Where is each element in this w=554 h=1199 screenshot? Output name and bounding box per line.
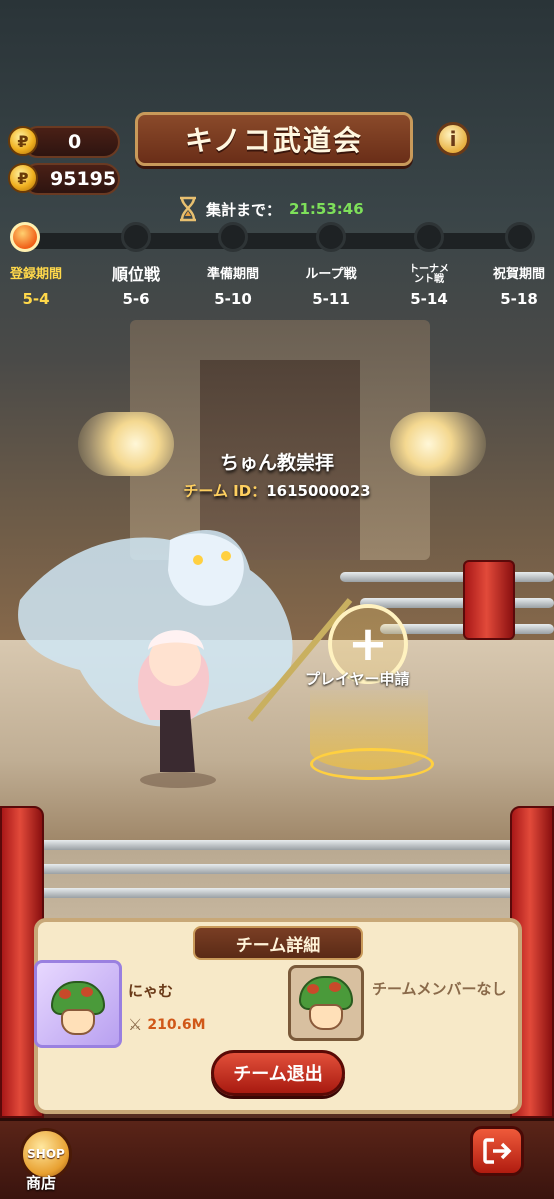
phase-date: 5-4 [22,290,50,308]
phase-marker [121,222,151,252]
phase-name: 祝賀期間 [492,267,545,283]
no-member-text: チームメンバーなし [372,980,507,998]
phase-date: 5-6 [122,290,150,308]
exit-icon [483,1138,512,1164]
character-legs [160,710,195,772]
shop-label: 商店 [26,1174,57,1192]
coin-icon: ₽ [8,163,38,193]
team-id-line: チーム ID：1615000023 [0,480,554,501]
member-power-value: 210.6M [147,1016,206,1033]
phase-marker [414,222,444,252]
phase-tournament: トーナメント戦 5-14 [387,263,471,308]
event-title: キノコ武道会 [184,124,364,157]
phase-ranking: 順位戦 5-6 [94,265,178,308]
timer-label: 集計まで： [206,200,282,219]
apply-label: プレイヤー申請 [305,670,410,688]
phase-progress-track [24,233,524,249]
plus-icon: + [347,616,389,672]
tiger-eye [193,555,203,565]
shop-icon: SHOP [27,1147,65,1161]
phase-marker [218,222,248,252]
ticket-count: 0 [68,131,82,153]
countdown-timer: 集計まで： 21:53:46 [178,196,364,222]
info-icon[interactable]: i [436,122,470,156]
empty-member-slot[interactable] [288,965,364,1041]
hourglass-icon [180,196,196,222]
game-screen: 0 ₽ 95195 ₽ キノコ武道会 i 集計まで： 21:53:46 登録期間… [0,0,554,1199]
phase-name: 順位戦 [111,264,160,284]
phase-date: 5-11 [312,290,350,308]
coin-count: 95195 [50,168,117,190]
leave-team-button[interactable]: チーム退出 [211,1050,345,1096]
phase-marker [316,222,346,252]
swords-icon: ⚔ [128,1015,143,1034]
phase-date: 5-18 [500,290,538,308]
ticket-icon: ₽ [8,126,38,156]
phase-loop: ループ戦 5-11 [289,265,373,308]
timer-value: 21:53:46 [289,200,364,218]
phase-marker-current [10,222,40,252]
tiger-eye [221,551,231,561]
team-id-label: チーム ID： [183,482,267,500]
phase-name: トーナメント戦 [409,263,449,285]
empty-slot-glow [310,690,434,780]
mushroom-avatar-icon [51,981,105,1037]
event-title-banner: キノコ武道会 [135,112,413,166]
mushroom-avatar-icon [299,976,353,1032]
member-power: ⚔ 210.6M [128,1015,206,1034]
phase-date: 5-10 [214,290,252,308]
phase-name: ループ戦 [305,267,357,283]
team-id-value: 1615000023 [266,482,371,500]
phase-registration: 登録期間 5-4 [0,265,78,308]
member-avatar[interactable] [34,960,122,1048]
phase-celebration: 祝賀期間 5-18 [477,265,554,308]
member-name: にゃむ [128,982,174,1000]
phase-name: 準備期間 [206,267,259,283]
player-name: ちゅん教崇拝 [219,452,334,474]
exit-button[interactable] [470,1126,524,1176]
ring-post-back [463,560,515,640]
phase-marker [505,222,535,252]
phase-date: 5-14 [410,290,448,308]
phase-preparation: 準備期間 5-10 [191,265,275,308]
team-details-title: チーム詳細 [193,926,363,960]
phase-name: 登録期間 [9,267,62,283]
